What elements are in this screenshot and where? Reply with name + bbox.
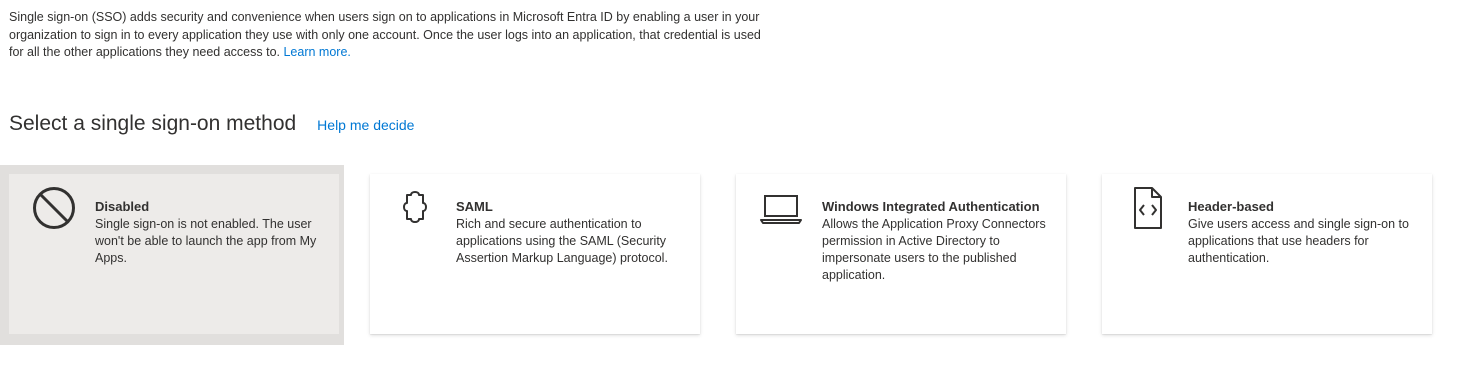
sso-intro-body: Single sign-on (SSO) adds security and c… (9, 10, 761, 59)
card-description: Single sign-on is not enabled. The user … (95, 217, 317, 265)
card-description: Give users access and single sign-on to … (1188, 217, 1409, 265)
method-card-disabled[interactable]: Disabled Single sign-on is not enabled. … (9, 174, 339, 334)
card-title: Header-based (1188, 199, 1274, 214)
card-title: SAML (456, 199, 493, 214)
help-me-decide-link[interactable]: Help me decide (317, 117, 414, 133)
method-card-windows-integrated-auth[interactable]: Windows Integrated Authentication Allows… (736, 174, 1066, 334)
learn-more-link[interactable]: Learn more. (283, 45, 350, 59)
section-heading: Select a single sign-on method Help me d… (9, 112, 414, 136)
card-description: Rich and secure authentication to applic… (456, 217, 668, 265)
card-text: SAML Rich and secure authentication to a… (456, 197, 686, 267)
sso-intro-text: Single sign-on (SSO) adds security and c… (9, 9, 769, 62)
puzzle-piece-icon (393, 186, 437, 230)
disabled-icon (32, 186, 76, 230)
card-title: Disabled (95, 199, 150, 214)
section-title: Select a single sign-on method (9, 112, 297, 135)
card-text: Header-based Give users access and singl… (1188, 197, 1418, 267)
laptop-icon (759, 186, 803, 230)
card-description: Allows the Application Proxy Connectors … (822, 217, 1046, 282)
card-text: Disabled Single sign-on is not enabled. … (95, 197, 325, 267)
card-title: Windows Integrated Authentication (822, 199, 1040, 214)
card-text: Windows Integrated Authentication Allows… (822, 197, 1052, 284)
method-card-header-based[interactable]: Header-based Give users access and singl… (1102, 174, 1432, 334)
code-document-icon (1125, 186, 1169, 230)
method-card-saml[interactable]: SAML Rich and secure authentication to a… (370, 174, 700, 334)
